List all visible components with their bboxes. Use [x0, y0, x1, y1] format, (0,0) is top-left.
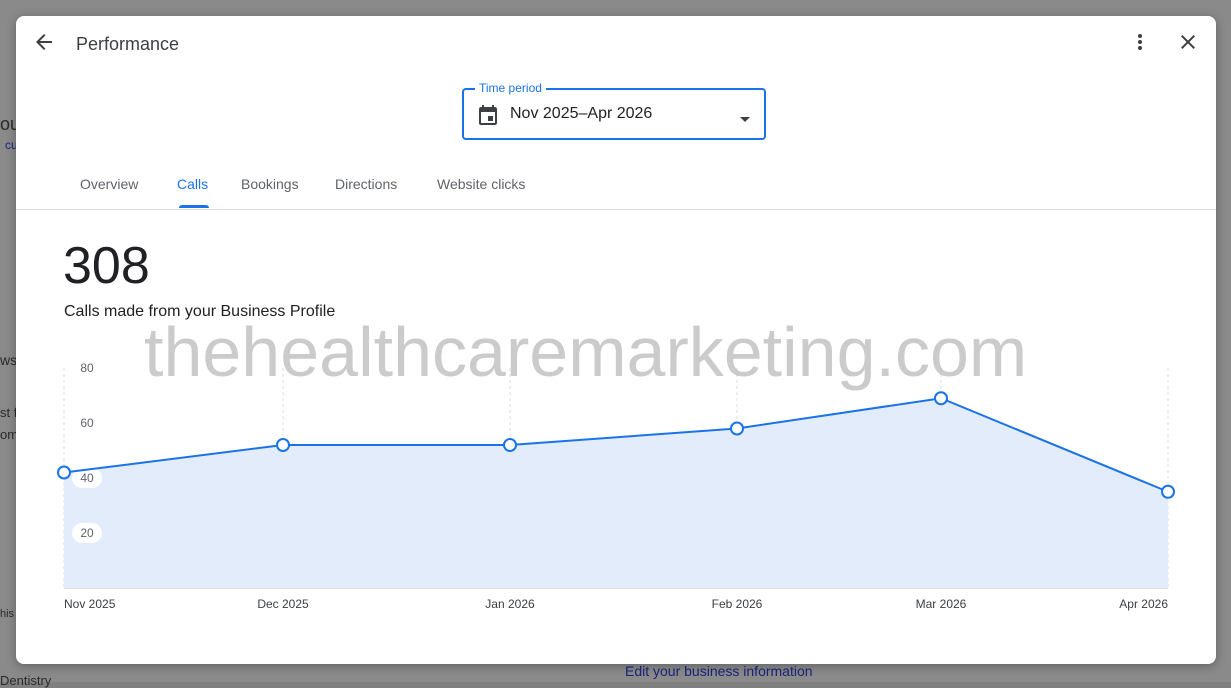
y-tick-label: 80	[80, 361, 94, 375]
x-tick-label: Jan 2026	[485, 597, 535, 611]
data-point	[503, 438, 517, 452]
y-tick-label: 20	[80, 526, 94, 540]
y-tick-label: 40	[80, 471, 94, 485]
y-tick: 80	[80, 361, 94, 375]
x-tick-label: Nov 2025	[64, 597, 116, 611]
calls-chart: 20 40 60 80 Nov 2025 Dec 2025 Jan 2026 Feb 2026…	[57, 361, 1175, 611]
bg-fragment: Dentistry	[0, 673, 52, 688]
y-tick-label: 60	[80, 416, 94, 430]
data-point	[1161, 484, 1175, 499]
data-point	[57, 465, 71, 480]
data-point	[276, 438, 290, 452]
data-point	[730, 421, 744, 436]
y-tick: 60	[80, 416, 94, 430]
x-tick-label: Apr 2026	[1119, 597, 1168, 611]
edit-business-info-link: Edit your business information	[625, 663, 813, 679]
y-tick: 20	[72, 523, 102, 543]
x-tick-label: Dec 2025	[257, 597, 309, 611]
series-area	[64, 398, 1168, 588]
bg-fragment: st f	[0, 405, 18, 420]
data-point	[934, 391, 948, 406]
x-tick-label: Feb 2026	[712, 597, 763, 611]
bg-fragment: his	[0, 608, 15, 620]
bg-fragment: ws	[0, 352, 18, 368]
x-tick-label: Mar 2026	[916, 597, 967, 611]
performance-dialog: Performance Time period Nov 2025–Apr 202…	[16, 16, 1216, 664]
